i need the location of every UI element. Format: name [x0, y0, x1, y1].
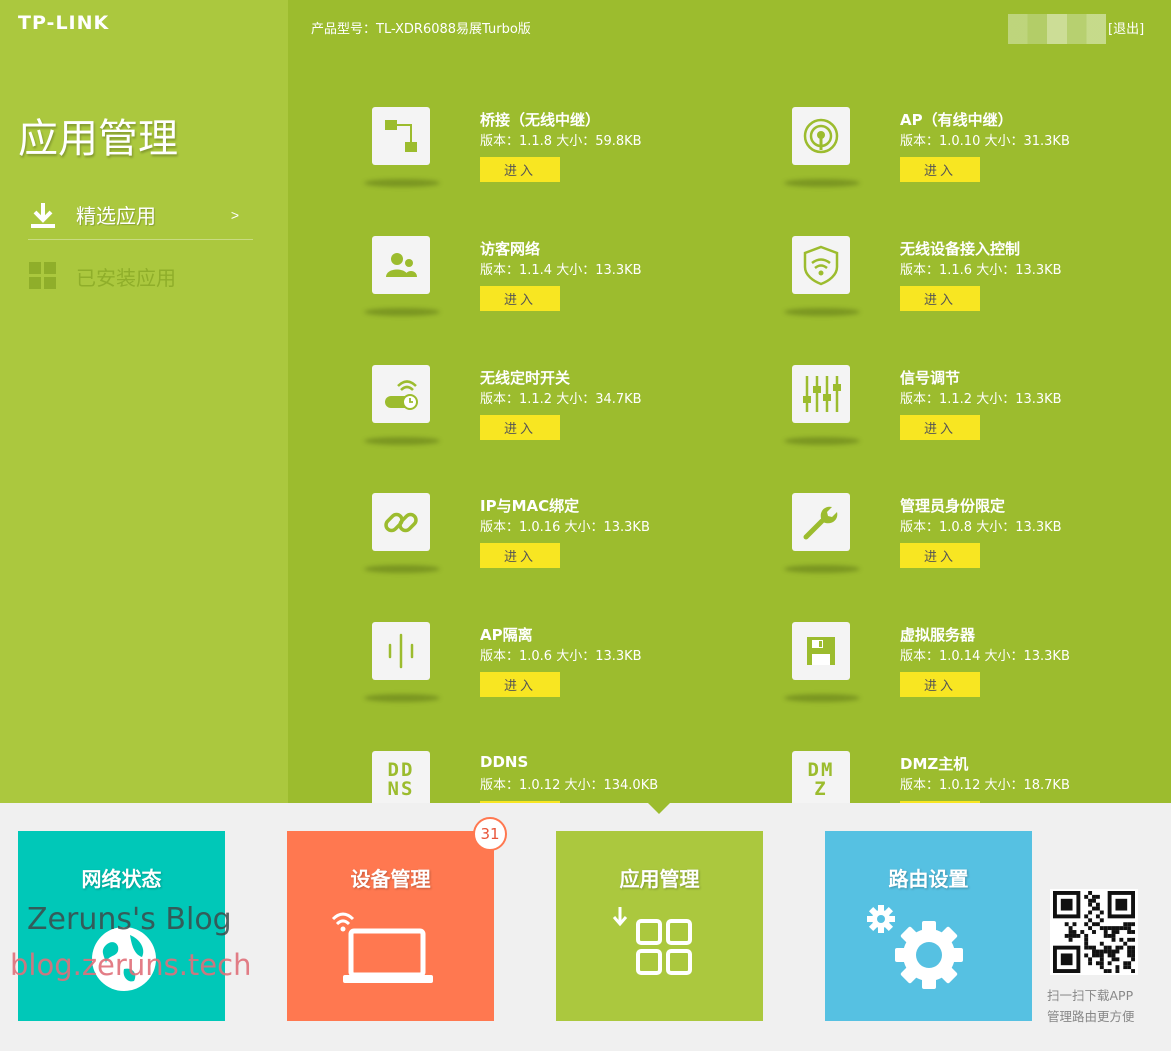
app-card: 桥接（无线中继） 版本：1.1.8 大小：59.8KB 进入	[364, 107, 732, 217]
floppy-icon	[792, 622, 850, 680]
sidebar-item-featured-apps[interactable]: 精选应用 >	[28, 190, 253, 240]
active-tab-pointer	[648, 803, 670, 814]
watermark-title: Zeruns's Blog	[27, 902, 232, 937]
sliders-icon	[792, 365, 850, 423]
qr-caption-line2: 管理路由更方便	[1047, 1009, 1135, 1024]
sidebar: TP-LINK 应用管理 精选应用 > 已安装应用	[0, 0, 288, 803]
app-meta: 版本：1.0.8 大小：13.3KB	[900, 520, 1062, 535]
app-card: DD NS DDNS 版本：1.0.12 大小：134.0KB 进入	[372, 751, 732, 803]
watermark-url: blog.zeruns.tech	[10, 948, 252, 982]
app-meta: 版本：1.0.12 大小：18.7KB	[900, 778, 1070, 793]
logout-link[interactable]: [退出]	[1108, 18, 1144, 37]
app-meta: 版本：1.0.6 大小：13.3KB	[480, 649, 642, 664]
product-model: 产品型号：TL-XDR6088易展Turbo版	[311, 22, 531, 37]
sidebar-item-installed-apps[interactable]: 已安装应用	[28, 256, 253, 296]
app-meta: 版本：1.1.4 大小：13.3KB	[480, 263, 642, 278]
app-name: DDNS	[480, 753, 529, 771]
app-name: 管理员身份限定	[900, 497, 1006, 515]
nav-label: 设备管理	[350, 867, 431, 891]
app-card: 访客网络 版本：1.1.4 大小：13.3KB 进入	[364, 236, 732, 346]
app-meta: 版本：1.1.8 大小：59.8KB	[480, 134, 642, 149]
blurred-username	[1008, 14, 1106, 44]
bridge-icon	[372, 107, 430, 165]
nav-device-management[interactable]: 设备管理	[287, 831, 494, 1021]
app-meta: 版本：1.0.16 大小：13.3KB	[480, 520, 650, 535]
app-name: 访客网络	[480, 240, 541, 258]
app-meta: 版本：1.0.12 大小：134.0KB	[480, 778, 659, 793]
app-name: 桥接（无线中继）	[480, 111, 601, 129]
enter-button[interactable]: 进入	[480, 415, 560, 440]
app-meta: 版本：1.1.2 大小：13.3KB	[900, 392, 1062, 407]
dmz-icon-line2: Z	[814, 778, 828, 800]
app-name: 无线定时开关	[480, 369, 571, 387]
dmz-icon: DM Z	[792, 751, 850, 803]
app-card: DM Z DMZ主机 版本：1.0.12 大小：18.7KB 进入	[792, 751, 1152, 803]
gear-icon	[867, 905, 963, 989]
app-name: 信号调节	[900, 369, 961, 387]
app-card: 无线设备接入控制 版本：1.1.6 大小：13.3KB 进入	[784, 236, 1152, 346]
apps-icon	[612, 907, 692, 975]
app-card: AP（有线中继） 版本：1.0.10 大小：31.3KB 进入	[784, 107, 1152, 217]
app-card: AP隔离 版本：1.0.6 大小：13.3KB 进入	[364, 622, 732, 732]
device-count-badge: 31	[473, 817, 507, 851]
ap-isolate-icon	[372, 622, 430, 680]
enter-button[interactable]: 进入	[480, 543, 560, 568]
app-name: 虚拟服务器	[900, 626, 976, 644]
laptop-icon	[331, 912, 433, 983]
app-card: 管理员身份限定 版本：1.0.8 大小：13.3KB 进入	[784, 493, 1152, 603]
nav-label: 应用管理	[619, 867, 700, 891]
enter-button[interactable]: 进入	[480, 286, 560, 311]
app-name: DMZ主机	[900, 755, 969, 773]
app-card: 信号调节 版本：1.1.2 大小：13.3KB 进入	[784, 365, 1152, 475]
enter-button[interactable]: 进入	[900, 286, 980, 311]
app-meta: 版本：1.0.10 大小：31.3KB	[900, 134, 1070, 149]
app-name: IP与MAC绑定	[480, 497, 580, 515]
shield-wifi-icon	[792, 236, 850, 294]
enter-button[interactable]: 进入	[480, 672, 560, 697]
sidebar-item-label: 精选应用	[76, 204, 156, 228]
ddns-icon-line2: NS	[387, 778, 415, 800]
enter-button[interactable]: 进入	[900, 543, 980, 568]
app-meta: 版本：1.1.2 大小：34.7KB	[480, 392, 642, 407]
content-area: TP-LINK 应用管理 精选应用 > 已安装应用 产品型号：TL-XDR608…	[0, 0, 1171, 803]
nav-router-settings[interactable]: 路由设置	[825, 831, 1032, 1021]
app-name: AP隔离	[480, 626, 533, 644]
qr-caption: 扫一扫下载APP 管理路由更方便	[1047, 985, 1135, 1027]
grid-icon	[29, 262, 56, 289]
nav-label: 网络状态	[81, 867, 162, 891]
app-meta: 版本：1.0.14 大小：13.3KB	[900, 649, 1070, 664]
nav-app-management[interactable]: 应用管理	[556, 831, 763, 1021]
app-card: IP与MAC绑定 版本：1.0.16 大小：13.3KB 进入	[364, 493, 732, 603]
page-title: 应用管理	[18, 116, 178, 162]
enter-button[interactable]: 进入	[900, 157, 980, 182]
enter-button[interactable]: 进入	[900, 415, 980, 440]
enter-button[interactable]: 进入	[900, 672, 980, 697]
enter-button[interactable]: 进入	[900, 801, 980, 803]
chevron-right-icon: >	[230, 206, 239, 223]
enter-button[interactable]: 进入	[480, 157, 560, 182]
qr-code	[1050, 889, 1138, 975]
download-icon	[31, 202, 55, 228]
link-icon	[372, 493, 430, 551]
wrench-icon	[792, 493, 850, 551]
app-meta: 版本：1.1.6 大小：13.3KB	[900, 263, 1062, 278]
app-name: AP（有线中继）	[900, 111, 1013, 129]
guest-icon	[372, 236, 430, 294]
app-name: 无线设备接入控制	[900, 240, 1021, 258]
tp-link-logo: TP-LINK	[18, 12, 110, 34]
ap-icon	[792, 107, 850, 165]
app-card: 虚拟服务器 版本：1.0.14 大小：13.3KB 进入	[784, 622, 1152, 732]
app-card: 无线定时开关 版本：1.1.2 大小：34.7KB 进入	[364, 365, 732, 475]
wifi-timer-icon	[372, 365, 430, 423]
qr-caption-line1: 扫一扫下载APP	[1047, 988, 1134, 1003]
enter-button[interactable]: 进入	[480, 801, 560, 803]
ddns-icon: DD NS	[372, 751, 430, 803]
sidebar-item-label: 已安装应用	[76, 265, 176, 290]
nav-label: 路由设置	[888, 867, 969, 891]
